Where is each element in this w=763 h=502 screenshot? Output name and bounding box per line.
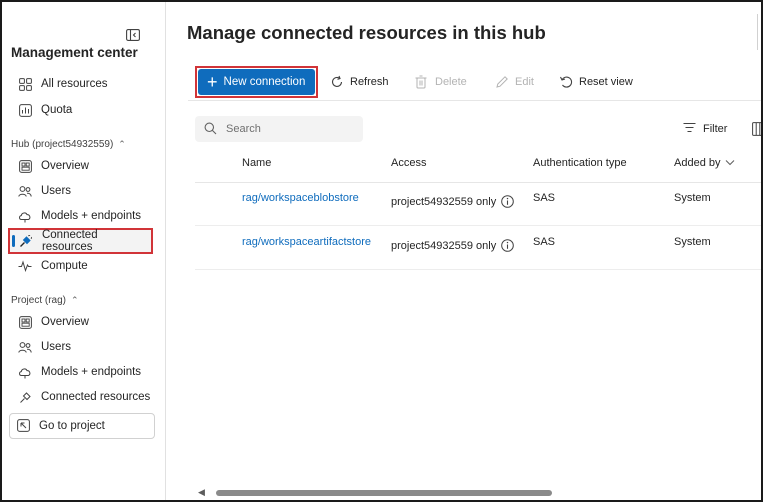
- refresh-icon: [330, 75, 344, 89]
- users-icon: [18, 184, 32, 198]
- auth-type-cell: SAS: [533, 192, 556, 204]
- divider: [195, 269, 761, 270]
- divider: [195, 182, 761, 183]
- sidebar-item-label: Connected resources: [41, 229, 98, 253]
- sidebar-item-label: Connected resources: [41, 391, 151, 403]
- auth-type-cell: SAS: [533, 236, 556, 248]
- connection-name-link[interactable]: rag/workspaceartifactstore: [242, 236, 371, 248]
- horizontal-scrollbar[interactable]: ◀: [198, 486, 758, 498]
- cloud-models-icon: [18, 365, 32, 379]
- sidebar-item-quota[interactable]: Quota: [11, 99, 159, 121]
- hub-section-header[interactable]: Hub (project54932559) ⌃: [11, 139, 126, 150]
- overview-icon: [18, 315, 32, 329]
- refresh-button[interactable]: Refresh: [330, 73, 389, 91]
- expand-collapse-icon: ⌃: [118, 139, 126, 149]
- access-cell: project54932559 only: [391, 195, 515, 208]
- scroll-left-arrow-icon[interactable]: ◀: [198, 487, 205, 498]
- column-header-authentication-type[interactable]: Authentication type: [533, 157, 627, 169]
- sidebar-item-hub-connected-resources[interactable]: Connected resources: [8, 228, 153, 254]
- reset-view-button[interactable]: Reset view: [559, 73, 633, 91]
- search-input[interactable]: Search: [195, 116, 363, 142]
- filter-button[interactable]: Filter: [683, 122, 727, 136]
- reset-icon: [559, 75, 573, 89]
- column-header-added-by[interactable]: Added by: [674, 157, 735, 169]
- project-section-header[interactable]: Project (rag) ⌃: [11, 295, 79, 306]
- sidebar-item-hub-users[interactable]: Users: [11, 180, 159, 202]
- sidebar-item-project-overview[interactable]: Overview: [11, 311, 159, 333]
- go-to-project-button[interactable]: Go to project: [9, 413, 155, 439]
- new-connection-button[interactable]: + New connection: [198, 69, 315, 95]
- sidebar-item-label: All resources: [41, 78, 108, 90]
- delete-button[interactable]: Delete: [415, 73, 467, 91]
- sidebar: Management center All resources Quota Hu…: [2, 2, 166, 500]
- column-header-name[interactable]: Name: [242, 157, 271, 169]
- connection-name-link[interactable]: rag/workspaceblobstore: [242, 192, 359, 204]
- search-icon: [204, 122, 218, 136]
- sidebar-item-project-models-endpoints[interactable]: Models + endpoints: [11, 361, 159, 383]
- divider: [195, 225, 761, 226]
- info-icon[interactable]: [501, 239, 515, 252]
- divider: [757, 14, 758, 50]
- plus-icon: +: [207, 72, 218, 92]
- added-by-cell: System: [674, 236, 711, 248]
- users-icon: [18, 340, 32, 354]
- sidebar-item-label: Quota: [41, 104, 73, 116]
- collapse-sidebar-icon[interactable]: [126, 28, 140, 41]
- sidebar-item-label: Users: [41, 185, 72, 197]
- access-cell: project54932559 only: [391, 239, 515, 252]
- edit-button[interactable]: Edit: [495, 73, 534, 91]
- columns-icon[interactable]: [752, 122, 761, 136]
- sidebar-title: Management center: [11, 45, 138, 60]
- sidebar-item-hub-overview[interactable]: Overview: [11, 155, 159, 177]
- overview-icon: [18, 159, 32, 173]
- sidebar-item-project-connected-resources[interactable]: Connected resources: [11, 386, 159, 408]
- expand-collapse-icon: ⌃: [71, 295, 79, 305]
- sidebar-item-label: Compute: [41, 260, 88, 272]
- sidebar-item-project-users[interactable]: Users: [11, 336, 159, 358]
- plug-icon: [19, 234, 33, 248]
- sidebar-item-label: Overview: [41, 160, 89, 172]
- cloud-models-icon: [18, 209, 32, 223]
- sidebar-item-label: Users: [41, 341, 72, 353]
- app-window: Management center All resources Quota Hu…: [0, 0, 763, 502]
- filter-icon: [683, 122, 697, 136]
- info-icon[interactable]: [501, 195, 515, 208]
- open-arrow-icon: [17, 419, 31, 433]
- column-header-access[interactable]: Access: [391, 157, 426, 169]
- pulse-icon: [18, 259, 32, 273]
- sidebar-item-label: Models + endpoints: [41, 366, 142, 378]
- sidebar-item-label: Overview: [41, 316, 89, 328]
- plug-icon: [18, 390, 32, 404]
- chevron-down-icon: [725, 158, 735, 169]
- sidebar-item-hub-compute[interactable]: Compute: [11, 255, 159, 277]
- sidebar-item-hub-models-endpoints[interactable]: Models + endpoints: [11, 205, 159, 227]
- selection-indicator: [12, 235, 15, 247]
- added-by-cell: System: [674, 192, 711, 204]
- trash-icon: [415, 75, 429, 89]
- toolbar: + New connection Refresh Delete Edit Res…: [188, 63, 761, 101]
- sidebar-item-all-resources[interactable]: All resources: [11, 73, 159, 95]
- page-title: Manage connected resources in this hub: [187, 22, 546, 43]
- pencil-icon: [495, 75, 509, 89]
- sidebar-item-label: Models + endpoints: [41, 210, 142, 222]
- scroll-thumb[interactable]: [216, 490, 552, 496]
- grid-icon: [18, 77, 32, 91]
- quota-icon: [18, 103, 32, 117]
